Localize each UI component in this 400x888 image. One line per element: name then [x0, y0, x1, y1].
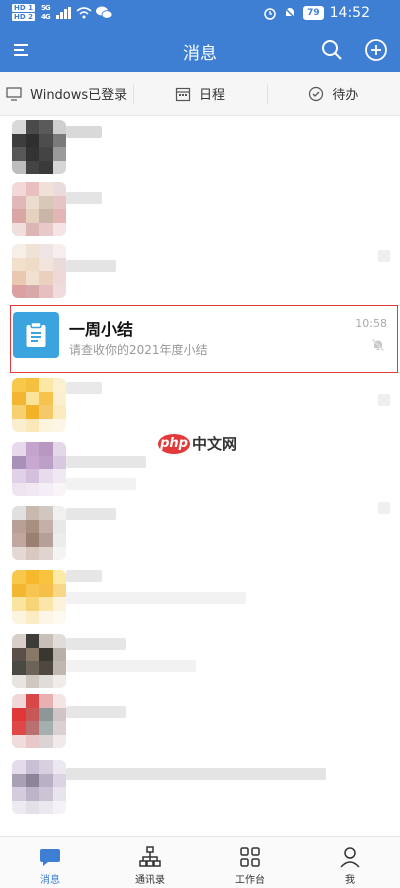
tab-windows-label: Windows已登录	[30, 88, 128, 103]
clipboard-icon	[26, 322, 46, 347]
conversation-name: 一周小结	[69, 320, 134, 339]
tab-todo[interactable]: 待办	[266, 72, 400, 115]
nav-contacts-label: 通讯录	[135, 875, 165, 886]
org-chart-icon	[139, 846, 161, 867]
signal2-label: 4G	[40, 13, 51, 21]
list-item[interactable]	[0, 374, 400, 438]
signal-bars-icon	[55, 6, 71, 19]
list-item[interactable]	[0, 178, 400, 242]
avatar	[12, 506, 66, 560]
grid-icon	[240, 847, 260, 867]
message-list	[0, 116, 400, 836]
status-bar: HD 1 HD 2 5G 4G 79 14:52	[0, 0, 400, 28]
avatar	[13, 312, 59, 358]
nav-workbench-label: 工作台	[235, 875, 265, 886]
nav-workbench[interactable]: 工作台	[200, 837, 300, 888]
nav-me[interactable]: 我	[300, 837, 400, 888]
list-item[interactable]	[0, 502, 400, 566]
wifi-icon	[76, 6, 92, 18]
clock: 14:52	[329, 5, 370, 21]
message-time: 10:58	[355, 317, 387, 330]
list-item[interactable]	[0, 116, 400, 180]
list-item[interactable]	[0, 690, 400, 754]
tab-schedule-label: 日程	[198, 88, 225, 103]
list-item[interactable]	[0, 630, 400, 694]
bottom-nav: 消息 通讯录 工作台 我	[0, 836, 400, 888]
signal1-label: 5G	[40, 4, 51, 12]
nav-me-label: 我	[345, 875, 355, 886]
tab-windows-login[interactable]: Windows已登录	[0, 72, 133, 115]
sim1-badge: HD 1	[12, 4, 35, 12]
avatar	[12, 634, 66, 688]
avatar	[12, 244, 66, 298]
title-bar: 消息	[0, 28, 400, 72]
tab-todo-label: 待办	[332, 88, 359, 103]
avatar	[12, 182, 66, 236]
avatar	[12, 120, 66, 174]
quick-tabs: Windows已登录 日程 待办	[0, 72, 400, 116]
alarm-icon	[264, 8, 276, 20]
message-preview: 请查收你的2021年度小结	[69, 343, 208, 357]
nav-contacts[interactable]: 通讯录	[100, 837, 200, 888]
avatar	[12, 378, 66, 432]
list-item[interactable]	[0, 240, 400, 304]
signal-area: HD 1 HD 2 5G 4G	[12, 4, 112, 21]
nav-messages-label: 消息	[40, 875, 60, 886]
avatar	[12, 760, 66, 814]
nav-messages[interactable]: 消息	[0, 837, 100, 888]
avatar	[12, 570, 66, 624]
watermark: php 中文网	[158, 433, 237, 454]
search-icon[interactable]	[320, 38, 344, 62]
monitor-icon	[6, 86, 22, 101]
avatar	[12, 694, 66, 748]
person-icon	[340, 847, 360, 868]
watermark-logo: php	[158, 433, 190, 454]
watermark-text: 中文网	[192, 435, 238, 453]
sim2-badge: HD 2	[12, 13, 35, 21]
list-item[interactable]	[0, 756, 400, 820]
battery-indicator: 79	[303, 6, 324, 20]
wechat-icon	[95, 6, 112, 19]
calendar-icon	[175, 87, 191, 101]
avatar	[12, 442, 66, 496]
highlighted-message-item[interactable]: 一周小结 请查收你的2021年度小结 10:58	[10, 305, 398, 373]
chat-bubble-icon	[40, 849, 60, 866]
add-icon[interactable]	[364, 38, 388, 62]
list-item[interactable]	[0, 566, 400, 630]
bell-off-icon	[371, 338, 385, 352]
tab-schedule[interactable]: 日程	[133, 72, 266, 115]
bell-off-status-icon	[283, 6, 297, 20]
check-circle-icon	[309, 86, 324, 101]
